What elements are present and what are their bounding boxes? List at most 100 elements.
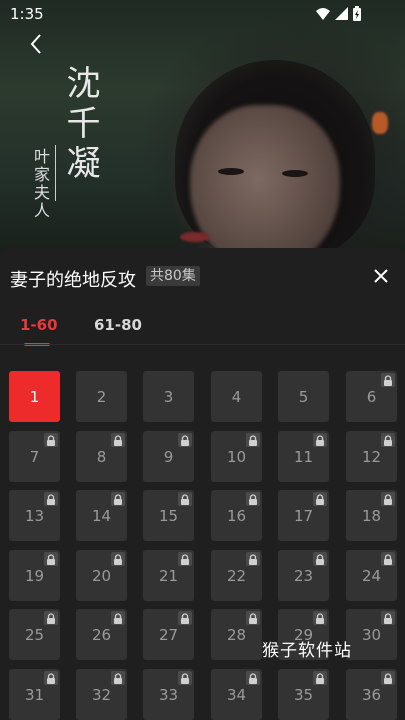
episode-number: 25 [24, 625, 45, 644]
lock-icon [246, 492, 260, 506]
episode-tile[interactable]: 19 [9, 550, 60, 601]
episode-tile[interactable]: 35 [278, 669, 329, 720]
episode-tile[interactable]: 2 [76, 371, 127, 422]
back-button[interactable] [24, 32, 48, 56]
episode-number: 5 [298, 387, 309, 406]
caption-divider [55, 145, 56, 201]
episode-tile[interactable]: 10 [211, 431, 262, 482]
episode-tile[interactable]: 13 [9, 490, 60, 541]
episode-tile[interactable]: 6 [346, 371, 397, 422]
episode-number: 6 [366, 387, 377, 406]
episode-number: 11 [293, 447, 314, 466]
wifi-icon [316, 8, 330, 20]
episode-number: 7 [29, 447, 40, 466]
episode-tile[interactable]: 5 [278, 371, 329, 422]
episode-tile[interactable]: 8 [76, 431, 127, 482]
episode-number: 10 [226, 447, 247, 466]
lock-icon [246, 611, 260, 625]
lock-icon [111, 433, 125, 447]
episode-tile[interactable]: 12 [346, 431, 397, 482]
episode-tile[interactable]: 34 [211, 669, 262, 720]
status-time: 1:35 [10, 5, 44, 23]
episode-number: 33 [158, 685, 179, 704]
episode-tile[interactable]: 15 [143, 490, 194, 541]
video-frame-eye [218, 168, 244, 175]
episode-tile[interactable]: 1 [9, 371, 60, 422]
episode-tile[interactable]: 31 [9, 669, 60, 720]
lock-icon [313, 611, 327, 625]
episode-tile[interactable]: 3 [143, 371, 194, 422]
episode-number: 16 [226, 506, 247, 525]
episode-number: 17 [293, 506, 314, 525]
lock-icon [44, 492, 58, 506]
episode-tile[interactable]: 9 [143, 431, 194, 482]
lock-icon [44, 671, 58, 685]
lock-icon [44, 552, 58, 566]
lock-icon [313, 671, 327, 685]
lock-icon [178, 492, 192, 506]
lock-icon [381, 671, 395, 685]
lock-icon [381, 433, 395, 447]
episode-tile[interactable]: 20 [76, 550, 127, 601]
episode-tile[interactable]: 16 [211, 490, 262, 541]
episode-tile[interactable]: 26 [76, 609, 127, 660]
episode-number: 19 [24, 566, 45, 585]
episode-tile[interactable]: 7 [9, 431, 60, 482]
lock-icon [178, 433, 192, 447]
episode-number: 35 [293, 685, 314, 704]
episode-tile[interactable]: 25 [9, 609, 60, 660]
episode-tile[interactable]: 27 [143, 609, 194, 660]
episode-tile[interactable]: 17 [278, 490, 329, 541]
chevron-left-icon [30, 34, 41, 54]
episode-tile[interactable]: 23 [278, 550, 329, 601]
episode-tile[interactable]: 28 [211, 609, 262, 660]
lock-icon [381, 611, 395, 625]
episode-number: 1 [29, 387, 40, 406]
episode-tile[interactable]: 33 [143, 669, 194, 720]
episode-tile[interactable]: 14 [76, 490, 127, 541]
episode-number: 31 [24, 685, 45, 704]
episode-tile[interactable]: 11 [278, 431, 329, 482]
episode-number: 14 [91, 506, 112, 525]
lock-icon [178, 552, 192, 566]
episode-number: 24 [361, 566, 382, 585]
episode-number: 26 [91, 625, 112, 644]
video-player[interactable]: 沈千凝 叶家夫人 [0, 0, 405, 252]
lock-icon [178, 671, 192, 685]
hair-ornament [372, 112, 388, 134]
episode-number: 2 [96, 387, 107, 406]
episode-number: 9 [163, 447, 174, 466]
episode-tile[interactable]: 22 [211, 550, 262, 601]
episode-number: 30 [361, 625, 382, 644]
lock-icon [44, 611, 58, 625]
lock-icon [246, 433, 260, 447]
lock-icon [381, 492, 395, 506]
lock-icon [111, 552, 125, 566]
episode-tile[interactable]: 18 [346, 490, 397, 541]
episode-tile[interactable]: 4 [211, 371, 262, 422]
lock-icon [246, 671, 260, 685]
status-icons [316, 6, 361, 21]
episode-tile[interactable]: 24 [346, 550, 397, 601]
lock-icon [111, 611, 125, 625]
episode-number: 12 [361, 447, 382, 466]
episode-number: 18 [361, 506, 382, 525]
lock-icon [44, 433, 58, 447]
episode-tile[interactable]: 32 [76, 669, 127, 720]
episode-number: 28 [226, 625, 247, 644]
episode-tile[interactable]: 21 [143, 550, 194, 601]
episode-number: 23 [293, 566, 314, 585]
episode-number: 13 [24, 506, 45, 525]
lock-icon [111, 492, 125, 506]
lock-icon [111, 671, 125, 685]
episode-number: 27 [158, 625, 179, 644]
episode-number: 34 [226, 685, 247, 704]
episode-number: 32 [91, 685, 112, 704]
episode-number: 20 [91, 566, 112, 585]
episode-number: 3 [163, 387, 174, 406]
lock-icon [178, 611, 192, 625]
episode-tile[interactable]: 30 [346, 609, 397, 660]
video-frame-face [190, 105, 340, 252]
video-frame-eye [282, 170, 308, 177]
episode-tile[interactable]: 36 [346, 669, 397, 720]
